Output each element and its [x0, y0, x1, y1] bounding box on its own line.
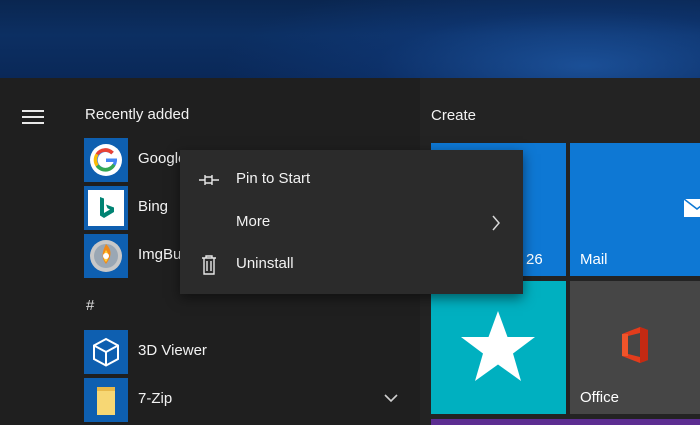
mail-tile[interactable]: Mail: [570, 143, 700, 276]
recently-added-heading: Recently added: [85, 106, 190, 123]
context-menu: Pin to Start More Uninstall: [180, 150, 523, 294]
folder-icon: [84, 378, 128, 422]
chevron-right-icon: [491, 214, 501, 232]
store-tile[interactable]: [431, 281, 566, 414]
menu-item-more[interactable]: More: [180, 202, 523, 244]
pin-icon: [198, 170, 220, 190]
app-item-3d-viewer[interactable]: 3D Viewer: [84, 330, 404, 374]
menu-item-label: More: [236, 213, 271, 230]
office-logo-icon: [622, 327, 648, 363]
tile-label: Mail: [580, 251, 608, 268]
office-tile[interactable]: Office: [570, 281, 700, 414]
menu-item-pin-to-start[interactable]: Pin to Start: [180, 159, 523, 201]
google-icon: [84, 138, 128, 182]
next-tile-edge: [431, 419, 700, 425]
app-name: Bing: [138, 198, 169, 215]
menu-item-label: Uninstall: [236, 255, 294, 272]
imgburn-icon: [84, 234, 128, 278]
section-hash-heading[interactable]: #: [86, 297, 94, 314]
desktop-glow: [220, 0, 700, 78]
mail-envelope-icon: [683, 198, 700, 217]
menu-item-uninstall[interactable]: Uninstall: [180, 244, 523, 286]
trash-icon: [198, 255, 220, 275]
create-group-heading: Create: [431, 107, 477, 124]
menu-item-label: Pin to Start: [236, 170, 311, 187]
app-name: 3D Viewer: [138, 342, 207, 359]
bing-icon: [84, 186, 128, 230]
chevron-down-icon[interactable]: [384, 390, 398, 403]
tile-badge: 26: [526, 251, 543, 268]
app-item-7-zip[interactable]: 7-Zip: [84, 378, 404, 422]
app-name: 7-Zip: [138, 390, 173, 407]
star-icon: [461, 311, 535, 381]
desktop-background: [0, 0, 700, 78]
hamburger-menu-icon[interactable]: [22, 110, 44, 124]
tile-label: Office: [580, 389, 619, 406]
cube-icon: [84, 330, 128, 374]
